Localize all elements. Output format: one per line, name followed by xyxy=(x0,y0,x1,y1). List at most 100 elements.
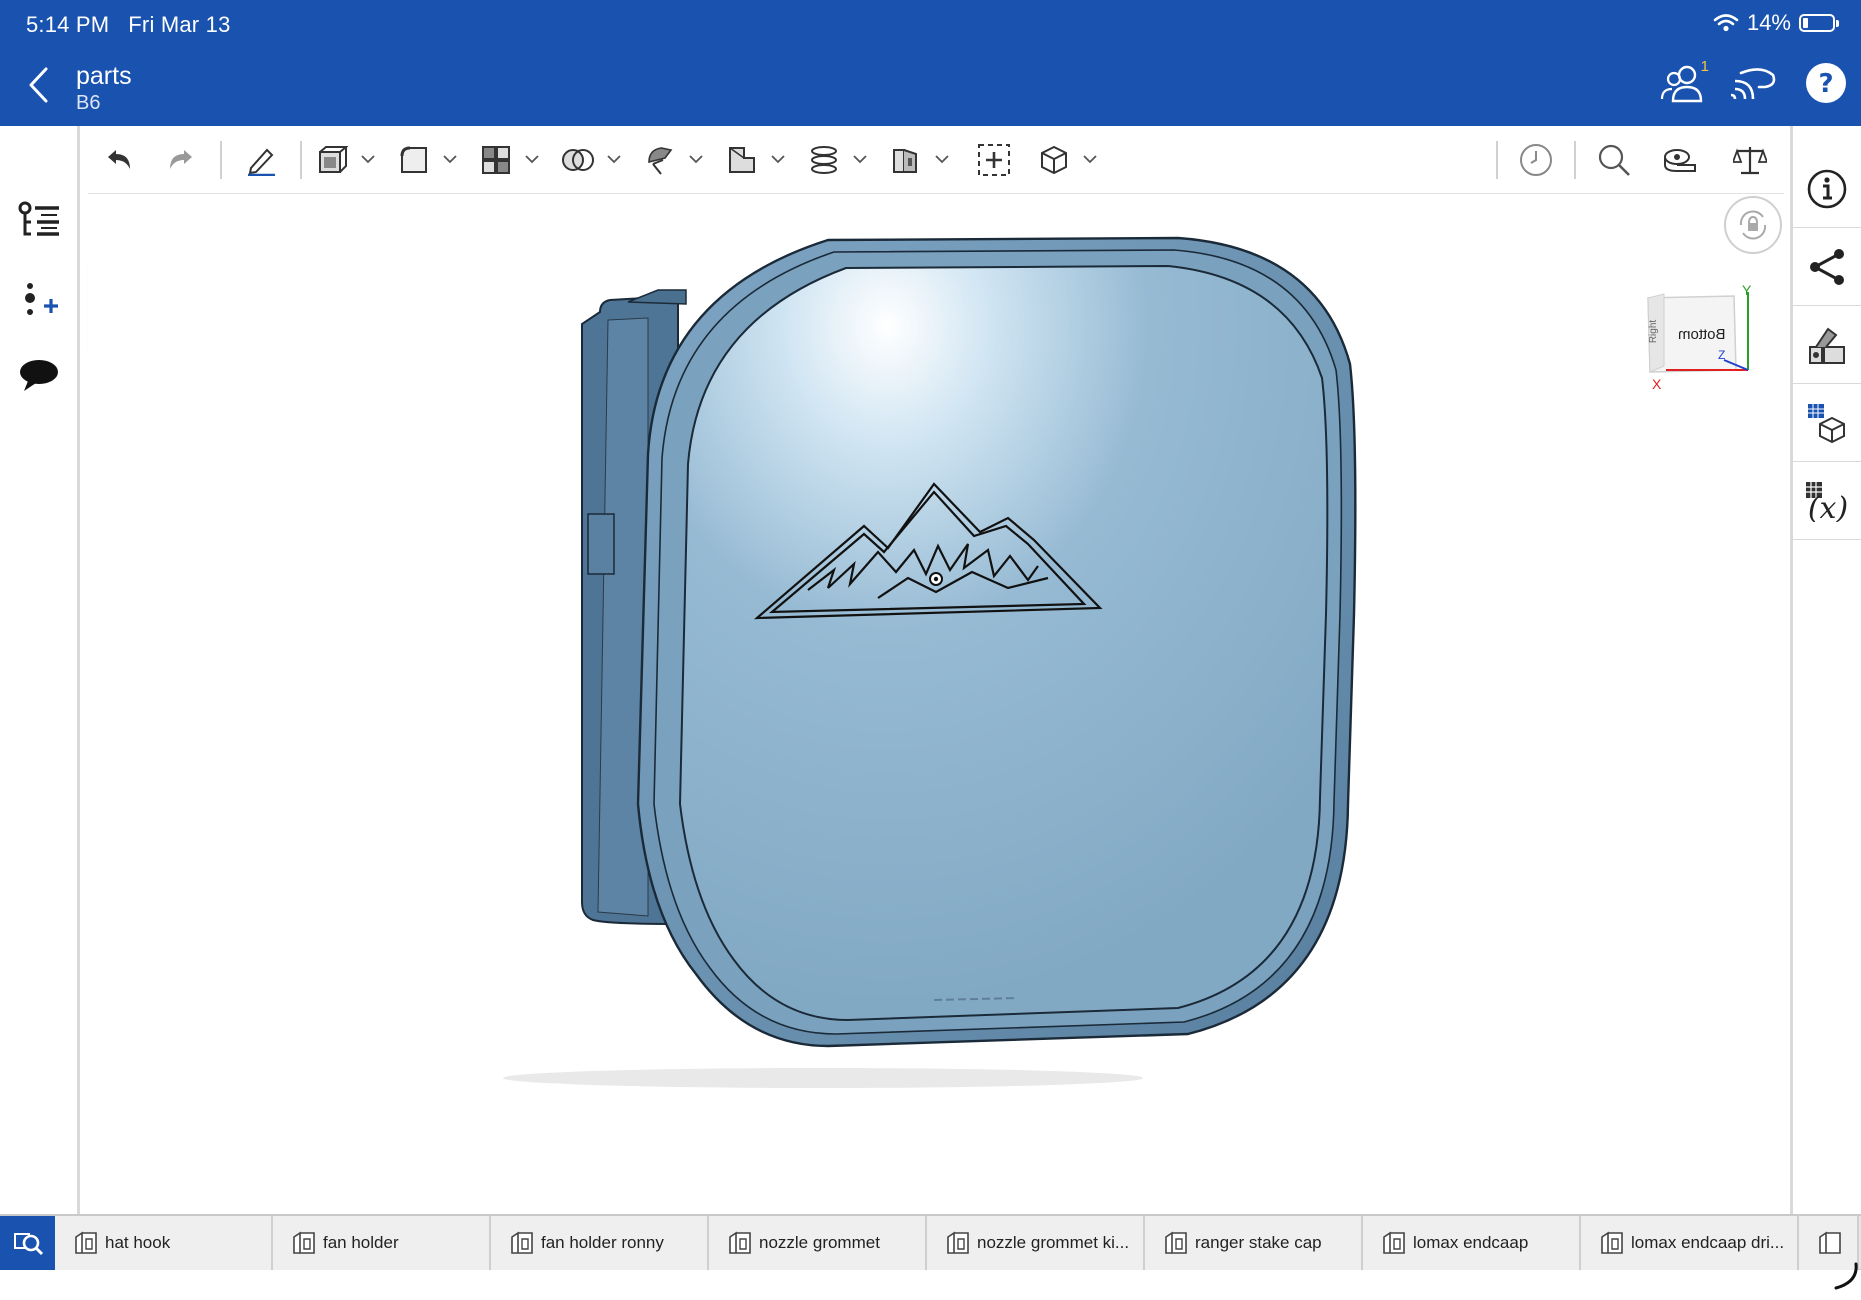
chevron-down-icon xyxy=(607,155,621,164)
rotate-lock-icon xyxy=(1739,210,1767,240)
tab-nozzle-grommet[interactable]: nozzle grommet xyxy=(709,1216,927,1270)
tab-lomax-endcaap-dri[interactable]: lomax endcaap dri... xyxy=(1581,1216,1799,1270)
tab-fan-holder[interactable]: fan holder xyxy=(273,1216,491,1270)
cast-icon xyxy=(1731,68,1776,100)
chevron-down-icon xyxy=(443,155,457,164)
tab-label: ranger stake cap xyxy=(1195,1233,1322,1252)
cube-icon xyxy=(1041,145,1067,174)
part-studio-icon xyxy=(947,1231,969,1254)
battery-percent: 14% xyxy=(1746,10,1791,35)
chevron-down-icon xyxy=(771,155,785,164)
helix-dropdown[interactable] xyxy=(850,150,870,170)
tab-lomax-endcaap[interactable]: lomax endcaap xyxy=(1363,1216,1581,1270)
mass-properties-button[interactable] xyxy=(1716,134,1784,186)
helix-button[interactable] xyxy=(802,134,846,186)
info-icon xyxy=(1807,169,1847,208)
sketch-button[interactable] xyxy=(230,134,292,186)
helix-icon xyxy=(811,145,837,174)
scroll-indicator-icon xyxy=(1834,1262,1858,1290)
redo-button[interactable] xyxy=(150,134,212,186)
comments-button[interactable] xyxy=(14,350,64,400)
back-button[interactable] xyxy=(20,62,56,108)
toolbar-divider xyxy=(300,140,302,179)
boolean-dropdown[interactable] xyxy=(604,150,624,170)
status-date: Fri Mar 13 xyxy=(128,12,231,37)
top-bar: 5:14 PM Fri Mar 13 14% parts B6 1 ? xyxy=(0,0,1861,126)
tab-label: lomax endcaap xyxy=(1413,1233,1529,1252)
sketch-pencil-icon xyxy=(248,148,275,176)
add-feature-icon xyxy=(978,143,1010,176)
help-icon: ? xyxy=(1806,63,1846,103)
mate-connector-dropdown[interactable] xyxy=(1080,150,1100,170)
feature-list-button[interactable] xyxy=(14,196,64,246)
part-studio-icon xyxy=(729,1231,751,1254)
document-tab-bar: hat hook fan holder fan holder ronny noz… xyxy=(0,1214,1861,1270)
right-panel: (x) xyxy=(1790,126,1861,1214)
chevron-down-icon xyxy=(853,155,867,164)
follow-users-button[interactable]: 1 xyxy=(1659,58,1709,106)
history-button[interactable] xyxy=(1506,134,1566,186)
extrude-dropdown[interactable] xyxy=(358,150,378,170)
insert-feature-button[interactable] xyxy=(14,276,64,326)
plane-button[interactable] xyxy=(720,134,764,186)
sheet-metal-dropdown[interactable] xyxy=(932,150,952,170)
status-time: 5:14 PM Fri Mar 13 xyxy=(26,12,231,38)
toolbar-divider xyxy=(220,140,222,179)
users-icon xyxy=(1660,65,1703,103)
extrude-button[interactable] xyxy=(310,134,354,186)
fillet-dropdown[interactable] xyxy=(440,150,460,170)
part-studio-icon xyxy=(511,1231,533,1254)
boolean-button[interactable] xyxy=(556,134,600,186)
add-custom-feature-button[interactable] xyxy=(966,134,1022,186)
sheet-metal-button[interactable] xyxy=(884,134,928,186)
info-button[interactable] xyxy=(1793,150,1861,228)
fillet-button[interactable] xyxy=(392,134,436,186)
view-lock-button[interactable] xyxy=(1724,196,1782,254)
share-button[interactable] xyxy=(1793,228,1861,306)
search-tools-button[interactable] xyxy=(1584,134,1644,186)
plane-dropdown[interactable] xyxy=(768,150,788,170)
tab-fan-holder-ronny[interactable]: fan holder ronny xyxy=(491,1216,709,1270)
appearance-button[interactable] xyxy=(1793,306,1861,384)
part-studio-icon xyxy=(1165,1231,1187,1254)
view-cube[interactable]: Bottom Right X Y Z xyxy=(1636,282,1756,400)
tab-label: nozzle grommet xyxy=(759,1233,880,1252)
left-panel xyxy=(0,126,80,1214)
tab-ranger-stake-cap[interactable]: ranger stake cap xyxy=(1145,1216,1363,1270)
bom-button[interactable] xyxy=(1793,384,1861,462)
chevron-down-icon xyxy=(689,155,703,164)
axis-y-label: Y xyxy=(1742,282,1752,298)
pattern-dropdown[interactable] xyxy=(522,150,542,170)
transform-button[interactable] xyxy=(638,134,682,186)
plane-icon xyxy=(729,146,755,173)
insert-feature-icon xyxy=(25,283,58,315)
undo-button[interactable] xyxy=(88,134,150,186)
part-studio-icon xyxy=(75,1231,97,1254)
tab-search-button[interactable] xyxy=(0,1216,55,1270)
help-button[interactable]: ? xyxy=(1803,60,1849,106)
mate-connector-button[interactable] xyxy=(1032,134,1076,186)
wifi-icon xyxy=(1713,14,1739,32)
variables-button[interactable]: (x) xyxy=(1793,462,1861,540)
part-model[interactable] xyxy=(88,194,1788,1214)
status-clock: 5:14 PM xyxy=(26,12,110,37)
feature-list-icon xyxy=(18,201,59,236)
comments-icon xyxy=(20,360,58,391)
tab-nozzle-grommet-kit[interactable]: nozzle grommet ki... xyxy=(927,1216,1145,1270)
boolean-icon xyxy=(562,148,594,171)
chevron-left-icon xyxy=(29,67,48,103)
graphics-viewport[interactable]: Bottom Right X Y Z xyxy=(88,194,1788,1214)
measure-button[interactable] xyxy=(1644,134,1716,186)
onshape-app: 5:14 PM Fri Mar 13 14% parts B6 1 ? (x) … xyxy=(0,0,1861,1300)
cast-button[interactable] xyxy=(1731,60,1777,106)
tab-hat-hook[interactable]: hat hook xyxy=(55,1216,273,1270)
pattern-button[interactable] xyxy=(474,134,518,186)
transform-icon xyxy=(648,146,673,175)
part-studio-icon xyxy=(1383,1231,1405,1254)
document-workspace: B6 xyxy=(76,92,101,114)
tape-measure-icon xyxy=(1664,148,1696,172)
transform-dropdown[interactable] xyxy=(686,150,706,170)
document-title[interactable]: parts xyxy=(76,62,132,91)
chevron-down-icon xyxy=(361,155,375,164)
part-studio-icon xyxy=(293,1231,315,1254)
